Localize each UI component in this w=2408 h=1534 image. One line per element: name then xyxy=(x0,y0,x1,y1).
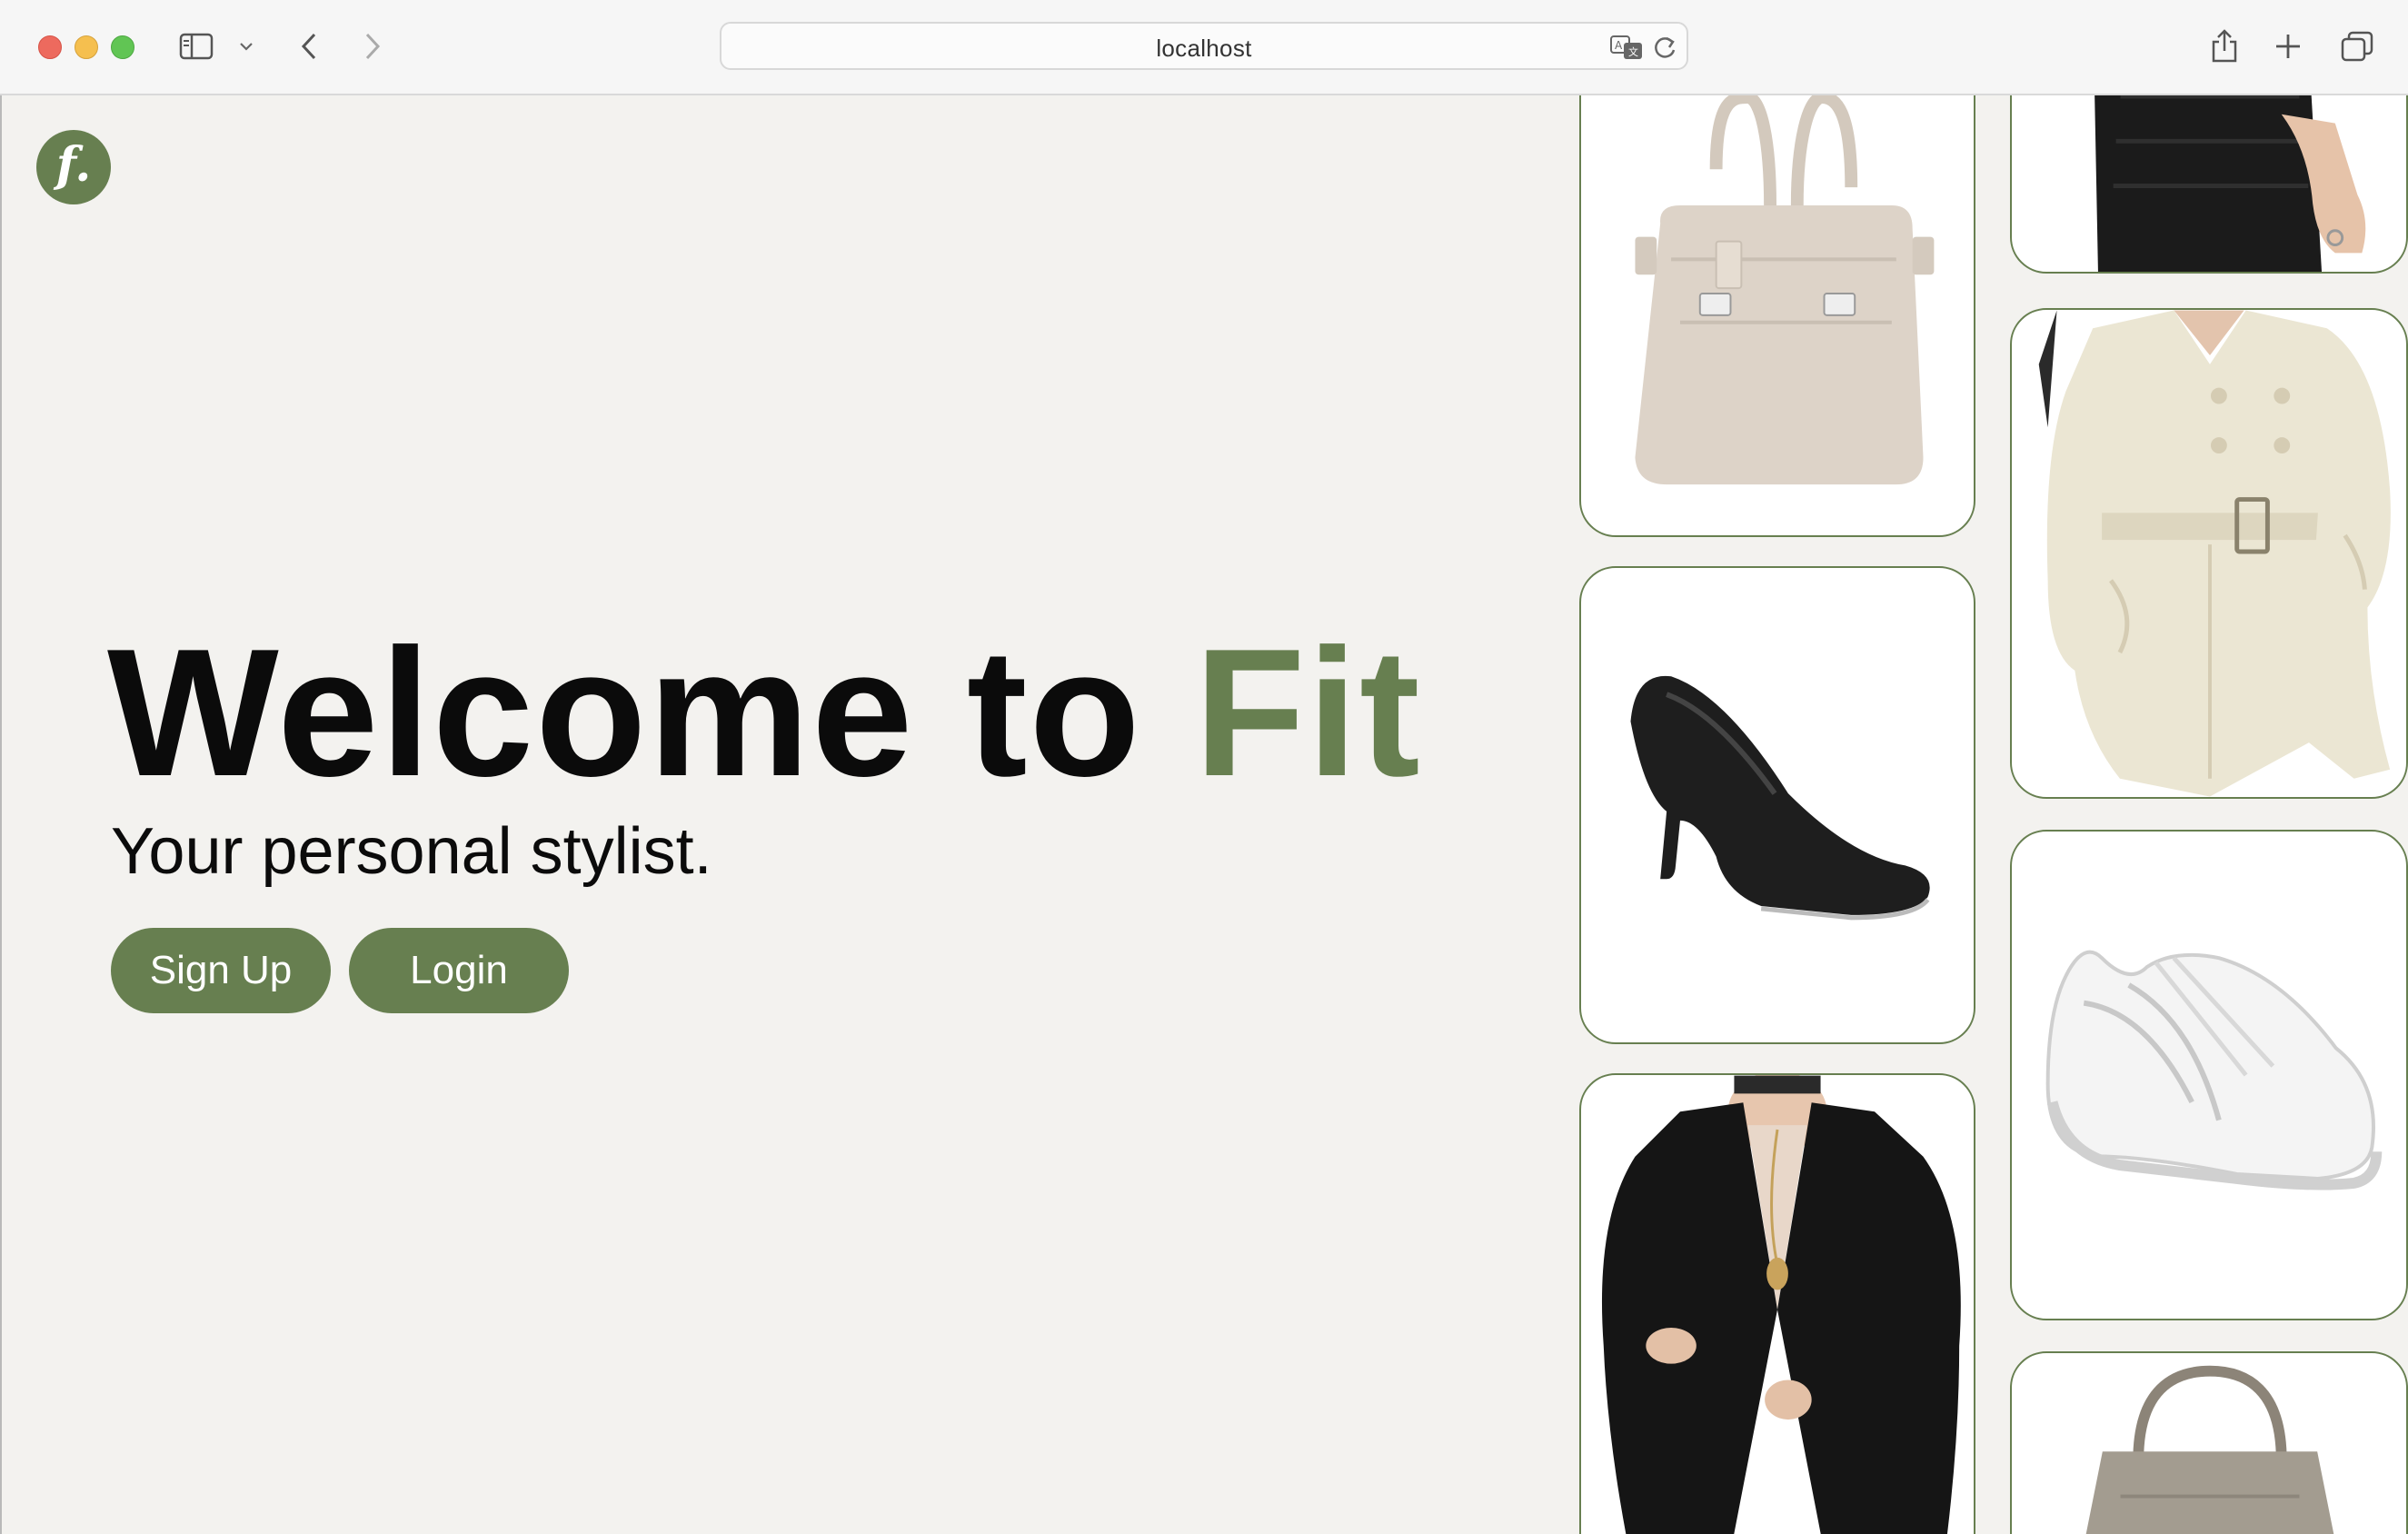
url-text: localhost xyxy=(1156,35,1252,62)
window-edge xyxy=(0,95,2,1534)
back-button[interactable] xyxy=(291,22,327,71)
share-icon xyxy=(2212,29,2237,63)
beige-tote-bag-image[interactable] xyxy=(1579,95,1975,537)
landing-page: f. Welcome to Fit Your personal stylist.… xyxy=(0,95,2408,1534)
svg-text:A: A xyxy=(1615,39,1623,52)
taupe-handbag-image[interactable] xyxy=(2010,1351,2408,1534)
black-blazer-image[interactable] xyxy=(1579,1073,1975,1534)
plus-icon xyxy=(2276,35,2300,58)
forward-button[interactable] xyxy=(354,22,391,71)
sign-up-button[interactable]: Sign Up xyxy=(111,928,331,1013)
hero-title-main: Welcome to xyxy=(107,612,1195,814)
blazer-icon xyxy=(1601,1075,1961,1534)
hero-subtitle: Your personal stylist. xyxy=(111,815,712,888)
chevron-left-icon xyxy=(301,33,316,60)
address-bar[interactable]: localhost A 文 xyxy=(720,22,1688,70)
black-skirt-image[interactable] xyxy=(2010,95,2408,274)
high-heel-icon xyxy=(1630,675,1930,921)
svg-text:文: 文 xyxy=(1628,45,1638,58)
sidebar-menu-button[interactable] xyxy=(233,22,260,71)
trench-coat-icon xyxy=(2038,310,2391,797)
hero-title: Welcome to Fit xyxy=(107,623,1422,804)
handbag-icon xyxy=(1635,95,1935,485)
maximize-window-button[interactable] xyxy=(111,35,134,59)
new-tab-button[interactable] xyxy=(2266,22,2310,71)
chevron-right-icon xyxy=(365,33,381,60)
white-sneaker-image[interactable] xyxy=(2010,830,2408,1320)
reload-icon[interactable] xyxy=(1652,35,1677,62)
translate-icon[interactable]: A 文 xyxy=(1610,35,1645,60)
close-window-button[interactable] xyxy=(38,35,62,59)
share-button[interactable] xyxy=(2204,22,2244,71)
minimize-window-button[interactable] xyxy=(75,35,98,59)
handbag-icon xyxy=(2085,1365,2334,1534)
sidebar-icon xyxy=(179,33,214,60)
skirt-icon xyxy=(2095,95,2366,272)
logo-text: f. xyxy=(55,137,92,193)
chevron-down-icon xyxy=(240,43,253,51)
sidebar-toggle-button[interactable] xyxy=(176,22,216,71)
beige-trench-coat-image[interactable] xyxy=(2010,308,2408,799)
tab-overview-button[interactable] xyxy=(2335,22,2379,71)
black-pump-heel-image[interactable] xyxy=(1579,566,1975,1044)
browser-toolbar: localhost A 文 xyxy=(0,0,2408,95)
login-button[interactable]: Login xyxy=(349,928,569,1013)
tab-overview-icon xyxy=(2341,31,2373,62)
sneaker-icon xyxy=(2045,950,2383,1190)
fit-logo[interactable]: f. xyxy=(36,130,111,204)
hero-title-accent: Fit xyxy=(1194,612,1422,814)
